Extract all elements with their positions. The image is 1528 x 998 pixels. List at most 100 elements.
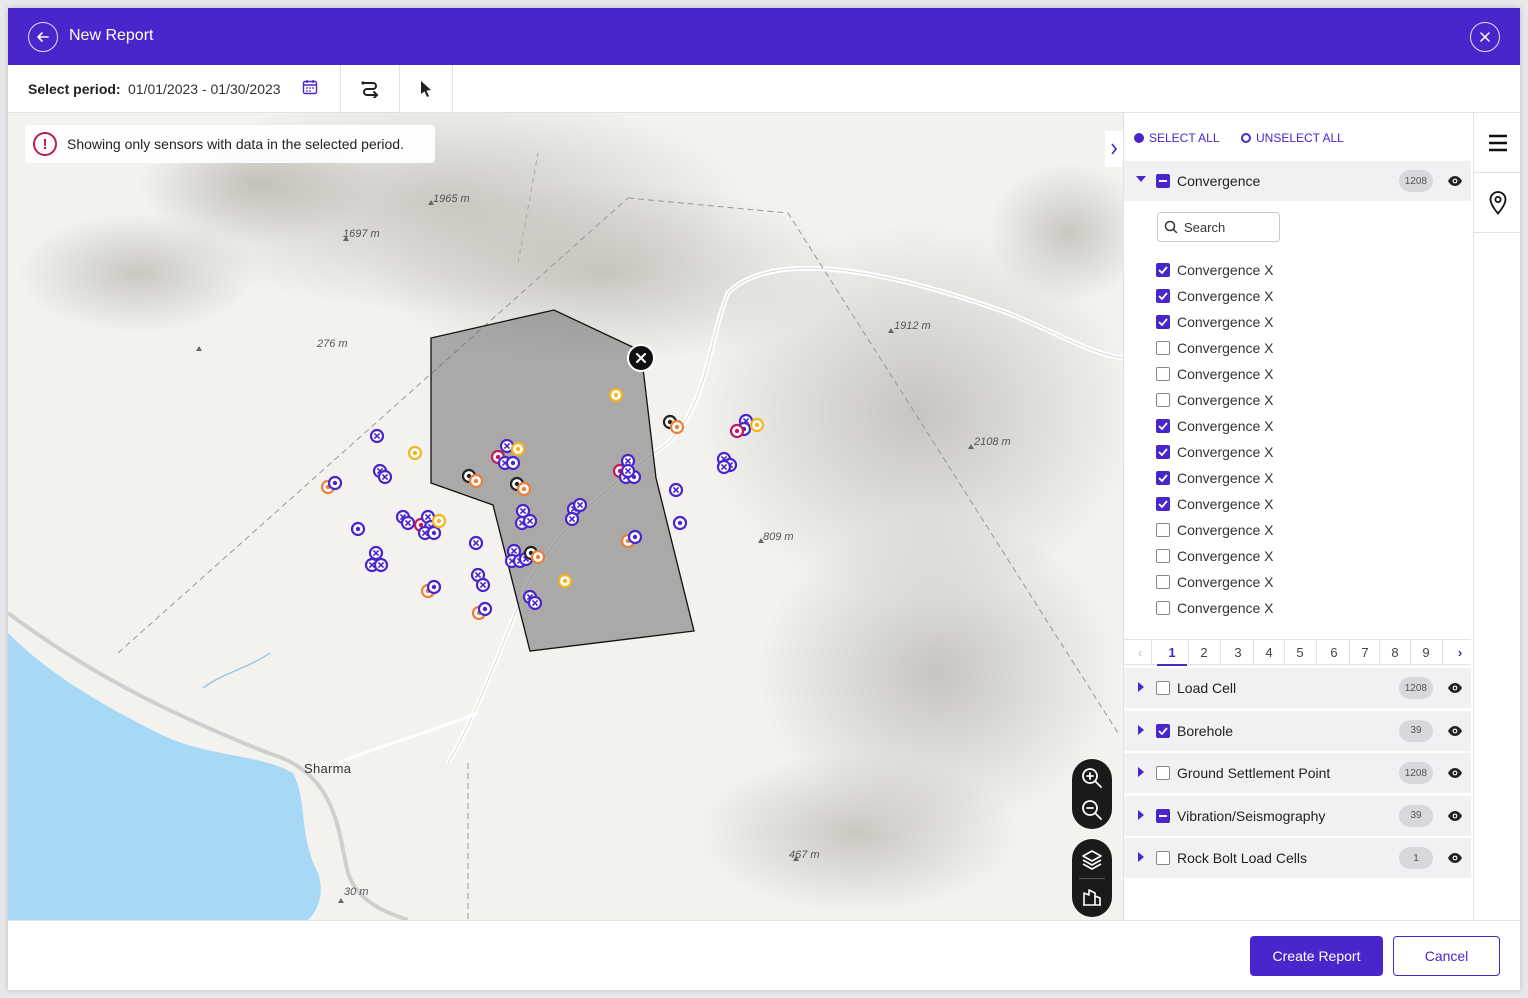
list-item[interactable]: Convergence X: [1124, 257, 1464, 283]
group-load-cell[interactable]: Load Cell 1208: [1124, 668, 1471, 708]
list-item[interactable]: Convergence X: [1124, 387, 1464, 413]
sensor-marker[interactable]: [749, 417, 765, 433]
list-item[interactable]: Convergence X: [1124, 465, 1464, 491]
sensor-marker-cluster[interactable]: [572, 497, 588, 513]
cancel-button[interactable]: Cancel: [1393, 936, 1500, 976]
page-6[interactable]: 6: [1324, 645, 1344, 660]
period-value[interactable]: 01/01/2023 - 01/30/2023: [128, 81, 281, 97]
sensor-marker[interactable]: [608, 387, 624, 403]
select-all-button[interactable]: SELECT ALL: [1134, 131, 1220, 145]
group-checkbox[interactable]: [1156, 174, 1170, 188]
sensor-marker[interactable]: [672, 515, 688, 531]
sensor-marker[interactable]: [669, 419, 685, 435]
list-item[interactable]: Convergence X: [1124, 361, 1464, 387]
eye-icon[interactable]: [1447, 851, 1463, 869]
page-5[interactable]: 5: [1290, 645, 1310, 660]
group-checkbox[interactable]: [1156, 766, 1170, 780]
map-view[interactable]: 1965 m 1697 m 276 m 1912 m 2108 m 809 m …: [8, 113, 1123, 920]
checkbox-unchecked[interactable]: [1156, 549, 1170, 563]
close-button[interactable]: [1470, 22, 1500, 52]
sensor-marker-cluster[interactable]: [716, 459, 732, 475]
group-borehole[interactable]: Borehole 39: [1124, 710, 1471, 751]
page-4[interactable]: 4: [1259, 645, 1279, 660]
next-page-button[interactable]: ›: [1450, 645, 1470, 660]
page-2[interactable]: 2: [1194, 645, 1214, 660]
sensor-marker-cluster[interactable]: [377, 469, 393, 485]
list-item[interactable]: Convergence X: [1124, 595, 1464, 621]
caret-right-icon[interactable]: [1138, 724, 1144, 735]
create-report-button[interactable]: Create Report: [1250, 936, 1383, 976]
group-convergence[interactable]: Convergence 1208: [1124, 161, 1471, 201]
sensor-marker[interactable]: [407, 445, 423, 461]
checkbox-checked[interactable]: [1156, 289, 1170, 303]
checkbox-unchecked[interactable]: [1156, 341, 1170, 355]
sensor-marker[interactable]: [530, 549, 546, 565]
sensor-marker[interactable]: [477, 601, 493, 617]
sensor-marker[interactable]: [510, 441, 526, 457]
list-item[interactable]: Convergence X: [1124, 335, 1464, 361]
checkbox-checked[interactable]: [1156, 445, 1170, 459]
sensor-marker[interactable]: [327, 475, 343, 491]
list-item[interactable]: Convergence X: [1124, 569, 1464, 595]
sensor-marker-cluster[interactable]: [373, 557, 389, 573]
caret-down-icon[interactable]: [1136, 176, 1146, 182]
checkbox-checked[interactable]: [1156, 263, 1170, 277]
sensor-marker-cluster[interactable]: [468, 535, 484, 551]
sensor-marker[interactable]: [505, 455, 521, 471]
zoom-in-button[interactable]: [1072, 762, 1112, 794]
collapse-panel-button[interactable]: [1105, 131, 1123, 167]
group-checkbox[interactable]: [1156, 808, 1170, 823]
caret-right-icon[interactable]: [1138, 767, 1144, 777]
checkbox-unchecked[interactable]: [1156, 367, 1170, 381]
sensor-marker[interactable]: [350, 521, 366, 537]
caret-right-icon[interactable]: [1138, 852, 1144, 862]
eye-icon[interactable]: [1447, 174, 1463, 192]
checkbox-unchecked[interactable]: [1156, 575, 1170, 589]
sensor-marker[interactable]: [468, 473, 484, 489]
checkbox-unchecked[interactable]: [1156, 523, 1170, 537]
sensor-marker-cluster[interactable]: [668, 482, 684, 498]
prev-page-button[interactable]: ‹: [1130, 645, 1150, 660]
group-vibration-seismography[interactable]: Vibration/Seismography 39: [1124, 795, 1471, 836]
location-button[interactable]: [1474, 173, 1520, 233]
eye-icon[interactable]: [1447, 809, 1463, 827]
sensor-marker[interactable]: [431, 513, 447, 529]
sensor-marker-cluster[interactable]: [475, 577, 491, 593]
sensor-marker[interactable]: [627, 529, 643, 545]
basemap-button[interactable]: [1072, 878, 1112, 913]
unselect-all-button[interactable]: UNSELECT ALL: [1241, 131, 1344, 145]
sensor-marker[interactable]: [516, 481, 532, 497]
page-3[interactable]: 3: [1228, 645, 1248, 660]
route-tool-button[interactable]: [341, 65, 399, 113]
page-1[interactable]: 1: [1162, 645, 1182, 660]
page-9[interactable]: 9: [1416, 645, 1436, 660]
eye-icon[interactable]: [1447, 724, 1463, 742]
group-checkbox[interactable]: [1156, 851, 1170, 865]
checkbox-unchecked[interactable]: [1156, 393, 1170, 407]
sensor-marker-cluster[interactable]: [368, 545, 384, 561]
checkbox-unchecked[interactable]: [1156, 601, 1170, 615]
search-input[interactable]: Search: [1157, 212, 1280, 242]
caret-right-icon[interactable]: [1138, 809, 1144, 820]
delete-polygon-button[interactable]: [627, 344, 655, 372]
sensor-layer[interactable]: [8, 113, 1123, 920]
page-7[interactable]: 7: [1355, 645, 1375, 660]
list-item[interactable]: Convergence X: [1124, 283, 1464, 309]
group-checkbox[interactable]: [1156, 723, 1170, 738]
list-item[interactable]: Convergence X: [1124, 491, 1464, 517]
sensor-marker[interactable]: [557, 573, 573, 589]
menu-button[interactable]: [1474, 113, 1520, 173]
sensor-marker-cluster[interactable]: [564, 511, 580, 527]
sensor-marker-cluster[interactable]: [527, 595, 543, 611]
group-rock-bolt-load-cells[interactable]: Rock Bolt Load Cells 1: [1124, 838, 1471, 878]
sensor-marker-cluster[interactable]: [522, 513, 538, 529]
checkbox-checked[interactable]: [1156, 315, 1170, 329]
calendar-icon[interactable]: [302, 79, 318, 100]
list-item[interactable]: Convergence X: [1124, 309, 1464, 335]
sensor-marker[interactable]: [426, 525, 442, 541]
page-8[interactable]: 8: [1385, 645, 1405, 660]
checkbox-checked[interactable]: [1156, 471, 1170, 485]
eye-icon[interactable]: [1447, 681, 1463, 699]
list-item[interactable]: Convergence X: [1124, 543, 1464, 569]
list-item[interactable]: Convergence X: [1124, 439, 1464, 465]
